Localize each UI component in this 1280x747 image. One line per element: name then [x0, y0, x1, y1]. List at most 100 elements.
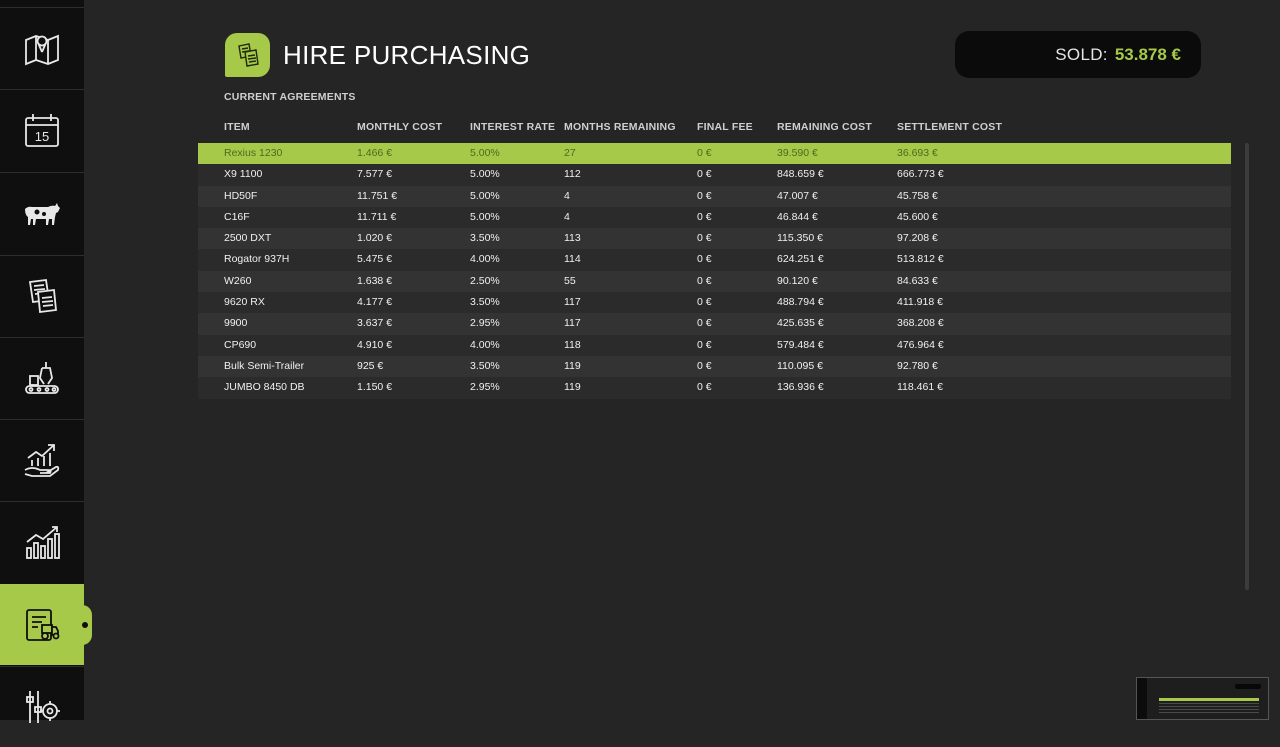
- sidebar-item-calendar[interactable]: 15: [0, 89, 84, 170]
- sidebar-item-animals[interactable]: [0, 172, 84, 253]
- cell-monthly-cost: 4.177 €: [357, 296, 393, 309]
- column-header-final-fee: FINAL FEE: [697, 121, 753, 133]
- column-header-interest-rate: INTEREST RATE: [470, 121, 556, 133]
- cell-months-remaining: 117: [564, 296, 581, 309]
- hire-purchase-icon: [26, 608, 60, 641]
- cell-months-remaining: 119: [564, 381, 581, 394]
- table-row[interactable]: 9620 RX 4.177 € 3.50% 117 0 € 488.794 € 411.91…: [198, 292, 1231, 314]
- cell-item: HD50F: [224, 189, 258, 202]
- cell-settlement-cost: 36.693 €: [897, 147, 938, 159]
- balance-label: SOLD:: [1055, 44, 1108, 64]
- cell-settlement-cost: 368.208 €: [897, 317, 944, 330]
- cell-settlement-cost: 513.812 €: [897, 253, 944, 266]
- cell-final-fee: 0 €: [697, 359, 712, 372]
- table-row[interactable]: W260 1.638 € 2.50% 55 0 € 90.120 € 84.633 €: [198, 270, 1231, 293]
- calendar-day: 15: [35, 129, 49, 144]
- settings-sliders-icon: [26, 691, 60, 723]
- table-row[interactable]: JUMBO 8450 DB 1.150 € 2.95% 119 0 € 136.936 €…: [198, 377, 1231, 399]
- cell-settlement-cost: 118.461 €: [897, 381, 943, 394]
- cell-months-remaining: 118: [564, 338, 581, 351]
- column-header-monthly-cost: MONTHLY COST: [357, 121, 443, 133]
- map-icon: [25, 34, 59, 66]
- table-row[interactable]: Rogator 937H 5.475 € 4.00% 114 0 € 624.251 € 5…: [198, 249, 1231, 271]
- cell-remaining-cost: 488.794 €: [777, 296, 824, 309]
- cell-interest-rate: 5.00%: [470, 147, 500, 159]
- cell-item: W260: [224, 274, 252, 287]
- cell-interest-rate: 4.00%: [470, 253, 500, 266]
- agreements-table: Rexius 1230 1.466 € 5.00% 27 0 € 39.590 € 36.6…: [198, 143, 1231, 399]
- balance-display: SOLD: 53.878 €: [955, 31, 1201, 78]
- sidebar-item-hire-purchasing[interactable]: [0, 584, 92, 665]
- cell-item: Rexius 1230: [224, 147, 283, 159]
- cell-final-fee: 0 €: [697, 253, 712, 266]
- cell-interest-rate: 2.50%: [470, 274, 500, 287]
- cell-final-fee: 0 €: [697, 210, 712, 223]
- cell-months-remaining: 119: [564, 359, 581, 372]
- cell-remaining-cost: 39.590 €: [777, 147, 818, 159]
- column-header-months-remaining: MONTHS REMAINING: [564, 121, 676, 133]
- cell-remaining-cost: 848.659 €: [777, 168, 824, 181]
- cell-months-remaining: 4: [564, 189, 570, 202]
- sidebar: 15: [0, 0, 92, 723]
- cell-months-remaining: 4: [564, 210, 570, 223]
- page-title-icon: [225, 33, 270, 77]
- cell-remaining-cost: 624.251 €: [777, 253, 824, 266]
- cell-item: 2500 DXT: [224, 232, 272, 245]
- cow-icon: [25, 203, 60, 225]
- table-row[interactable]: C16F 11.711 € 5.00% 4 0 € 46.844 € 45.600 €: [198, 206, 1231, 229]
- cell-settlement-cost: 84.633 €: [897, 274, 938, 287]
- cell-settlement-cost: 92.780 €: [897, 359, 938, 372]
- cell-monthly-cost: 1.020 €: [357, 232, 393, 245]
- active-indicator: [82, 621, 88, 628]
- calendar-icon: 15: [25, 114, 59, 147]
- sidebar-item-finances[interactable]: [0, 419, 84, 500]
- cell-interest-rate: 5.00%: [470, 189, 500, 202]
- cell-final-fee: 0 €: [697, 381, 712, 394]
- table-row[interactable]: HD50F 11.751 € 5.00% 4 0 € 47.007 € 45.758 €: [198, 185, 1231, 207]
- cell-final-fee: 0 €: [697, 296, 712, 309]
- cell-interest-rate: 3.50%: [470, 232, 500, 245]
- sidebar-item-map[interactable]: [0, 7, 84, 88]
- cell-monthly-cost: 925 €: [357, 359, 384, 372]
- cell-remaining-cost: 46.844 €: [777, 210, 818, 223]
- sidebar-item-production[interactable]: [0, 337, 84, 418]
- cell-item: Rogator 937H: [224, 253, 290, 266]
- section-label: CURRENT AGREEMENTS: [224, 91, 356, 103]
- finance-growth-icon: [24, 444, 60, 477]
- table-row[interactable]: 9900 3.637 € 2.95% 117 0 € 425.635 € 368.208 €: [198, 313, 1231, 335]
- table-row[interactable]: 2500 DXT 1.020 € 3.50% 113 0 € 115.350 € 97.20…: [198, 228, 1231, 250]
- table-row[interactable]: CP690 4.910 € 4.00% 118 0 € 579.484 € 476.964 …: [198, 334, 1231, 356]
- cell-final-fee: 0 €: [697, 189, 712, 202]
- table-row[interactable]: Rexius 1230 1.466 € 5.00% 27 0 € 39.590 € 36.6…: [198, 143, 1231, 165]
- cell-months-remaining: 117: [564, 317, 581, 330]
- sidebar-item-settings[interactable]: [0, 666, 84, 747]
- statistics-chart-icon: [26, 526, 60, 559]
- cell-monthly-cost: 4.910 €: [357, 338, 393, 351]
- table-row[interactable]: X9 1100 7.577 € 5.00% 112 0 € 848.659 € 666.77…: [198, 164, 1231, 186]
- cell-interest-rate: 2.95%: [470, 317, 500, 330]
- screen-preview-thumbnail: [1136, 677, 1269, 720]
- cell-monthly-cost: 1.150 €: [357, 381, 393, 394]
- cell-interest-rate: 5.00%: [470, 210, 500, 223]
- cell-settlement-cost: 45.600 €: [897, 210, 938, 223]
- cell-monthly-cost: 1.638 €: [357, 274, 393, 287]
- cell-monthly-cost: 1.466 €: [357, 147, 393, 159]
- cell-interest-rate: 2.95%: [470, 381, 500, 394]
- cell-settlement-cost: 97.208 €: [897, 232, 938, 245]
- sidebar-item-contracts[interactable]: [0, 255, 84, 336]
- cell-item: C16F: [224, 210, 250, 223]
- cell-item: 9620 RX: [224, 296, 265, 309]
- cell-settlement-cost: 666.773 €: [897, 168, 944, 181]
- sidebar-item-statistics[interactable]: [0, 501, 84, 582]
- table-row[interactable]: Bulk Semi-Trailer 925 € 3.50% 119 0 € 110.095…: [198, 355, 1231, 378]
- cell-interest-rate: 3.50%: [470, 359, 500, 372]
- cell-remaining-cost: 47.007 €: [777, 189, 818, 202]
- cell-months-remaining: 112: [564, 168, 581, 181]
- table-scrollbar[interactable]: [1245, 143, 1249, 590]
- cell-item: JUMBO 8450 DB: [224, 381, 305, 394]
- cell-interest-rate: 3.50%: [470, 296, 500, 309]
- cell-remaining-cost: 90.120 €: [777, 274, 818, 287]
- balance-value: 53.878 €: [1114, 44, 1181, 64]
- cell-item: CP690: [224, 338, 257, 351]
- column-header-remaining-cost: REMAINING COST: [777, 121, 872, 133]
